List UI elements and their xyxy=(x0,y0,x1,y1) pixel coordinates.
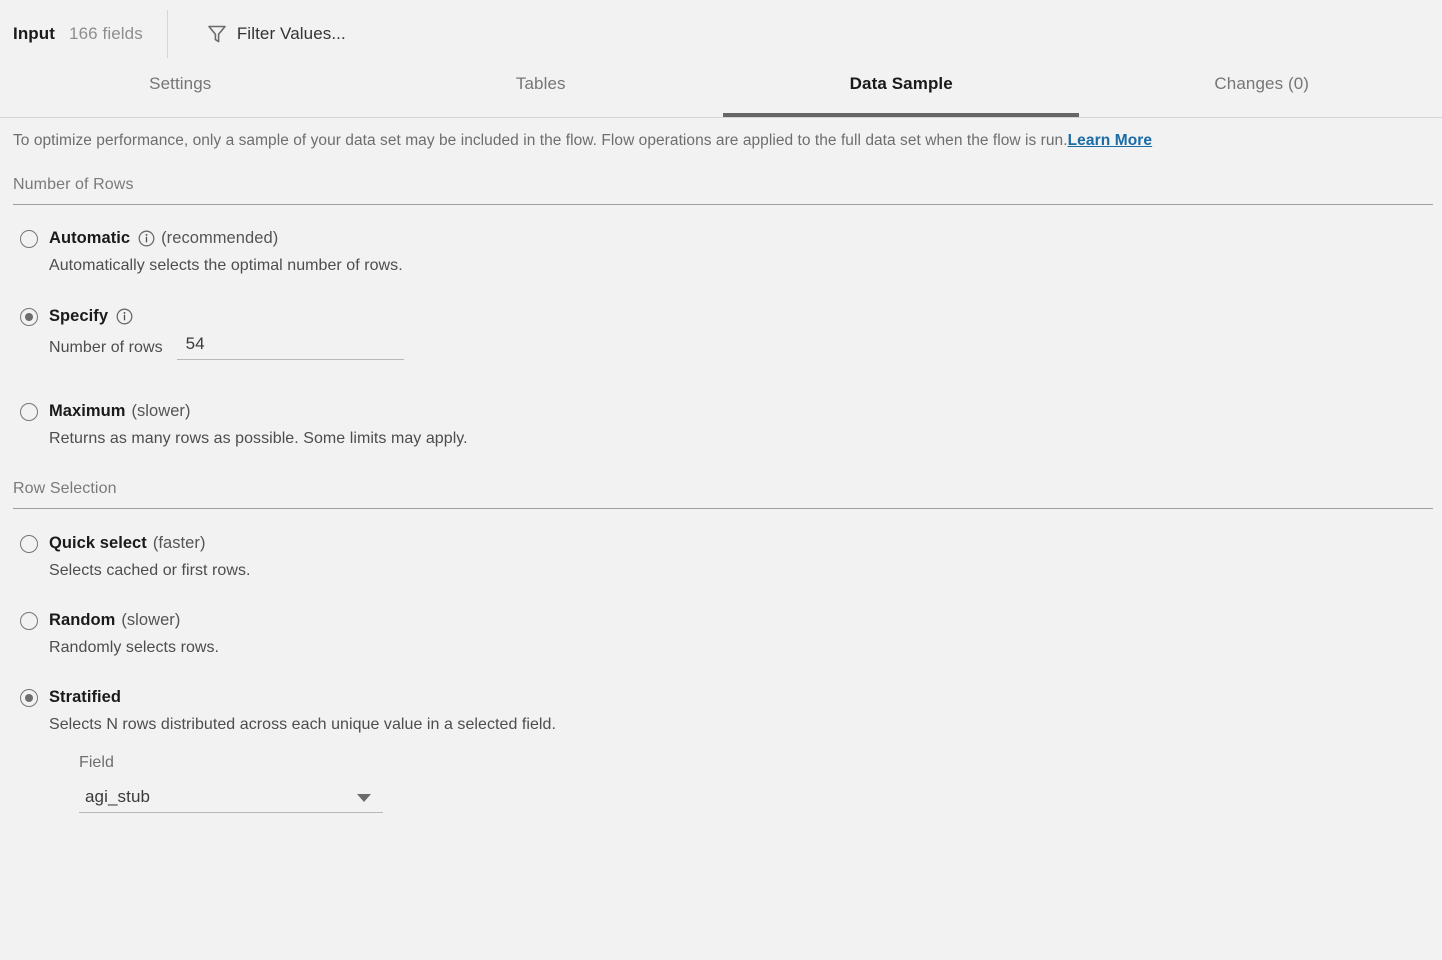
option-maximum-label: Maximum xyxy=(49,402,126,420)
option-maximum-suffix: (slower) xyxy=(131,402,191,420)
radio-stratified-indicator xyxy=(20,688,38,707)
row-selection-divider xyxy=(13,508,1433,509)
option-stratified: Stratified Selects N rows distributed ac… xyxy=(20,688,1442,813)
option-maximum-description: Returns as many rows as possible. Some l… xyxy=(49,430,468,447)
row-selection-heading: Row Selection xyxy=(13,480,117,497)
radio-stratified[interactable]: Stratified xyxy=(20,688,1442,707)
tab-changes[interactable]: Changes (0) xyxy=(1082,68,1442,117)
number-of-rows-field-row: Number of rows xyxy=(49,334,1442,360)
header-divider xyxy=(166,10,168,58)
radio-random-indicator xyxy=(20,611,38,630)
tab-settings-label: Settings xyxy=(149,74,212,93)
number-of-rows-options: Automatic (recommended) Automatically se… xyxy=(0,229,1442,448)
option-automatic-suffix: (recommended) xyxy=(161,229,279,247)
number-of-rows-divider xyxy=(13,204,1433,205)
radio-automatic-indicator xyxy=(20,229,38,248)
chevron-down-icon xyxy=(357,794,371,802)
radio-quick-select-indicator xyxy=(20,534,38,553)
option-automatic-label: Automatic xyxy=(49,229,131,247)
sample-notice-text: To optimize performance, only a sample o… xyxy=(13,132,1068,149)
radio-maximum-indicator xyxy=(20,402,38,421)
stratified-field-group: Field agi_stub xyxy=(79,754,1442,813)
sample-notice: To optimize performance, only a sample o… xyxy=(0,118,1442,150)
option-automatic: Automatic (recommended) Automatically se… xyxy=(20,229,1442,275)
info-icon[interactable] xyxy=(138,230,155,247)
tab-bar: Settings Tables Data Sample Changes (0) xyxy=(0,68,1442,117)
option-maximum: Maximum (slower) Returns as many rows as… xyxy=(20,402,1442,448)
option-random: Random (slower) Randomly selects rows. xyxy=(20,611,1442,657)
option-stratified-description: Selects N rows distributed across each u… xyxy=(49,716,556,733)
field-select[interactable]: agi_stub xyxy=(79,782,383,813)
info-icon[interactable] xyxy=(116,308,133,325)
tab-tables-label: Tables xyxy=(515,74,566,93)
filter-funnel-icon xyxy=(206,23,228,45)
tab-changes-label: Changes (0) xyxy=(1214,74,1310,93)
option-quick-select-suffix: (faster) xyxy=(152,534,206,552)
learn-more-link[interactable]: Learn More xyxy=(1068,132,1153,149)
field-select-label: Field xyxy=(79,754,114,771)
option-stratified-label: Stratified xyxy=(49,688,122,706)
tab-data-sample-label: Data Sample xyxy=(849,74,953,93)
tab-settings[interactable]: Settings xyxy=(0,68,361,117)
radio-random[interactable]: Random (slower) xyxy=(20,611,1442,630)
radio-quick-select[interactable]: Quick select (faster) xyxy=(20,534,1442,553)
input-header-bar: Input 166 fields Filter Values... xyxy=(0,0,1442,68)
radio-automatic[interactable]: Automatic (recommended) xyxy=(20,229,1442,248)
page-title: Input xyxy=(13,24,56,43)
number-of-rows-input-label: Number of rows xyxy=(49,339,163,356)
radio-specify-indicator xyxy=(20,307,38,326)
tab-tables[interactable]: Tables xyxy=(361,68,722,117)
tab-data-sample[interactable]: Data Sample xyxy=(721,68,1082,117)
option-random-description: Randomly selects rows. xyxy=(49,639,220,656)
number-of-rows-section: Number of Rows Automatic (recommended) A… xyxy=(0,176,1442,448)
option-quick-select-description: Selects cached or first rows. xyxy=(49,562,251,579)
number-of-rows-input[interactable] xyxy=(176,334,404,360)
filter-values-button[interactable]: Filter Values... xyxy=(206,23,346,45)
option-automatic-description: Automatically selects the optimal number… xyxy=(49,257,403,274)
row-selection-section: Row Selection Quick select (faster) Sele… xyxy=(0,480,1442,813)
field-select-value: agi_stub xyxy=(85,787,151,806)
number-of-rows-heading: Number of Rows xyxy=(13,176,134,193)
option-specify-label: Specify xyxy=(49,307,109,325)
row-selection-options: Quick select (faster) Selects cached or … xyxy=(0,534,1442,813)
option-quick-select: Quick select (faster) Selects cached or … xyxy=(20,534,1442,580)
field-count-label: 166 fields xyxy=(69,24,143,43)
option-quick-select-label: Quick select xyxy=(49,534,147,552)
radio-maximum[interactable]: Maximum (slower) xyxy=(20,402,1442,421)
filter-values-label: Filter Values... xyxy=(236,24,346,43)
option-specify: Specify Number of rows xyxy=(20,307,1442,360)
option-random-suffix: (slower) xyxy=(121,611,181,629)
radio-specify[interactable]: Specify xyxy=(20,307,1442,326)
option-random-label: Random xyxy=(49,611,116,629)
